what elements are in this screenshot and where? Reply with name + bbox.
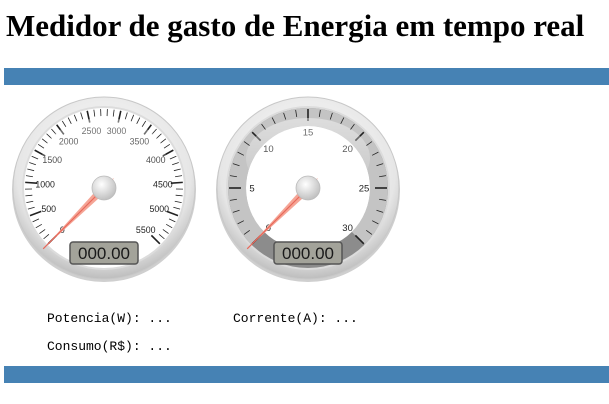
gauge-hub (295, 175, 321, 201)
gauge-tick-label: 4500 (153, 179, 173, 189)
gauge-tick-label: 30 (342, 223, 353, 234)
header-bar (4, 68, 609, 85)
current-gauge-display-value: 000.00 (282, 244, 334, 263)
consumo-readout: Consumo(R$): ... (47, 339, 172, 354)
gauge-tick-label: 1000 (35, 179, 55, 189)
potencia-readout: Potencia(W): ... (47, 311, 172, 326)
power-gauge: 0500100015002000250030003500400045005000… (8, 92, 200, 284)
gauge-tick-label: 5000 (149, 204, 169, 214)
gauge-hub (91, 175, 117, 201)
gauge-tick-label: 5 (249, 184, 254, 195)
gauge-tick-label: 5500 (136, 225, 156, 235)
gauge-tick-label: 500 (41, 204, 56, 214)
current-gauge: 051015202530000.00 (212, 92, 404, 284)
page-title: Medidor de gasto de Energia em tempo rea… (6, 8, 585, 43)
gauge-tick-label: 25 (359, 184, 370, 195)
power-gauge-svg: 0500100015002000250030003500400045005000… (12, 96, 196, 282)
power-gauge-display-value: 000.00 (78, 244, 130, 263)
current-gauge-svg: 051015202530000.00 (216, 96, 400, 282)
footer-bar (4, 366, 609, 383)
corrente-readout: Corrente(A): ... (233, 311, 358, 326)
